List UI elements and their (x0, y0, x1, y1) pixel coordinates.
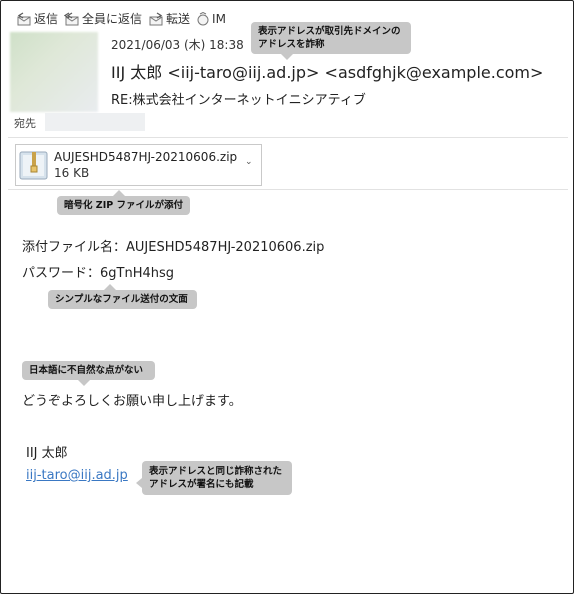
callout-natural-japanese: 日本語に不自然な点がない (22, 361, 155, 386)
to-label: 宛先 (14, 117, 36, 130)
sender-reply-address: <asdfghjk@example.com> (324, 63, 544, 82)
callout-display-address-line2: アドレスを詐称 (258, 39, 325, 50)
callout-signature-line2: アドレスが署名にも記載 (149, 479, 254, 490)
callout-signature: 表示アドレスと同じ詐称された アドレスが署名にも記載 (136, 461, 292, 495)
subject: RE:株式会社インターネットイニシアティブ (111, 93, 366, 108)
forward-icon (148, 11, 164, 26)
reply-all-label: 全員に返信 (82, 12, 143, 26)
sender-name: IIJ 太郎 (111, 63, 163, 82)
callout-simple-text: シンプルなファイル送付の文面 (48, 284, 197, 309)
callout-display-address: 表示アドレスが取引先ドメインの アドレスを詐称 (251, 22, 411, 60)
reply-all-button[interactable]: 全員に返信 (64, 10, 142, 27)
reply-label: 返信 (34, 12, 59, 26)
sender-address: <iij-taro@iij.ad.jp> (167, 63, 320, 82)
sender[interactable]: IIJ 太郎 <iij-taro@iij.ad.jp> <asdfghjk@ex… (111, 59, 543, 83)
attachment-card[interactable]: AUJESHD5487HJ-20210606.zip 16 KB ⌄ (15, 144, 262, 186)
callout-encrypted-zip: 暗号化 ZIP ファイルが添付 (57, 190, 190, 215)
signature-email-link[interactable]: iij-taro@iij.ad.jp (26, 468, 128, 483)
forward-button[interactable]: 転送 (148, 10, 190, 27)
reply-icon (16, 11, 32, 26)
chevron-down-icon[interactable]: ⌄ (245, 157, 253, 167)
divider (8, 189, 568, 190)
recipient-redacted (45, 113, 145, 131)
reply-button[interactable]: 返信 (16, 10, 58, 27)
body-closing-line: どうぞよろしくお願い申し上げます。 (22, 394, 242, 409)
attachment-filename: AUJESHD5487HJ-20210606.zip (54, 150, 238, 164)
im-label: IM (212, 11, 226, 26)
body-password-line: パスワード：6gTnH4hsg (22, 266, 175, 281)
body-filename-line: 添付ファイル名：AUJESHD5487HJ-20210606.zip (22, 240, 325, 255)
forward-label: 転送 (166, 12, 191, 26)
attachment-size: 16 KB (54, 166, 90, 180)
callout-signature-line1: 表示アドレスと同じ詐称された (149, 466, 283, 477)
toolbar: 返信 全員に返信 転送 IM (16, 10, 232, 27)
signature-name: IIJ 太郎 (26, 446, 68, 461)
reply-all-icon (64, 11, 80, 26)
callout-display-address-line1: 表示アドレスが取引先ドメインの (258, 26, 401, 37)
avatar (10, 32, 98, 112)
divider (8, 137, 568, 138)
sent-date: 2021/06/03 (木) 18:38 (111, 38, 244, 52)
im-button[interactable]: IM (196, 11, 226, 26)
im-icon (196, 11, 210, 26)
zip-file-icon (19, 149, 49, 181)
